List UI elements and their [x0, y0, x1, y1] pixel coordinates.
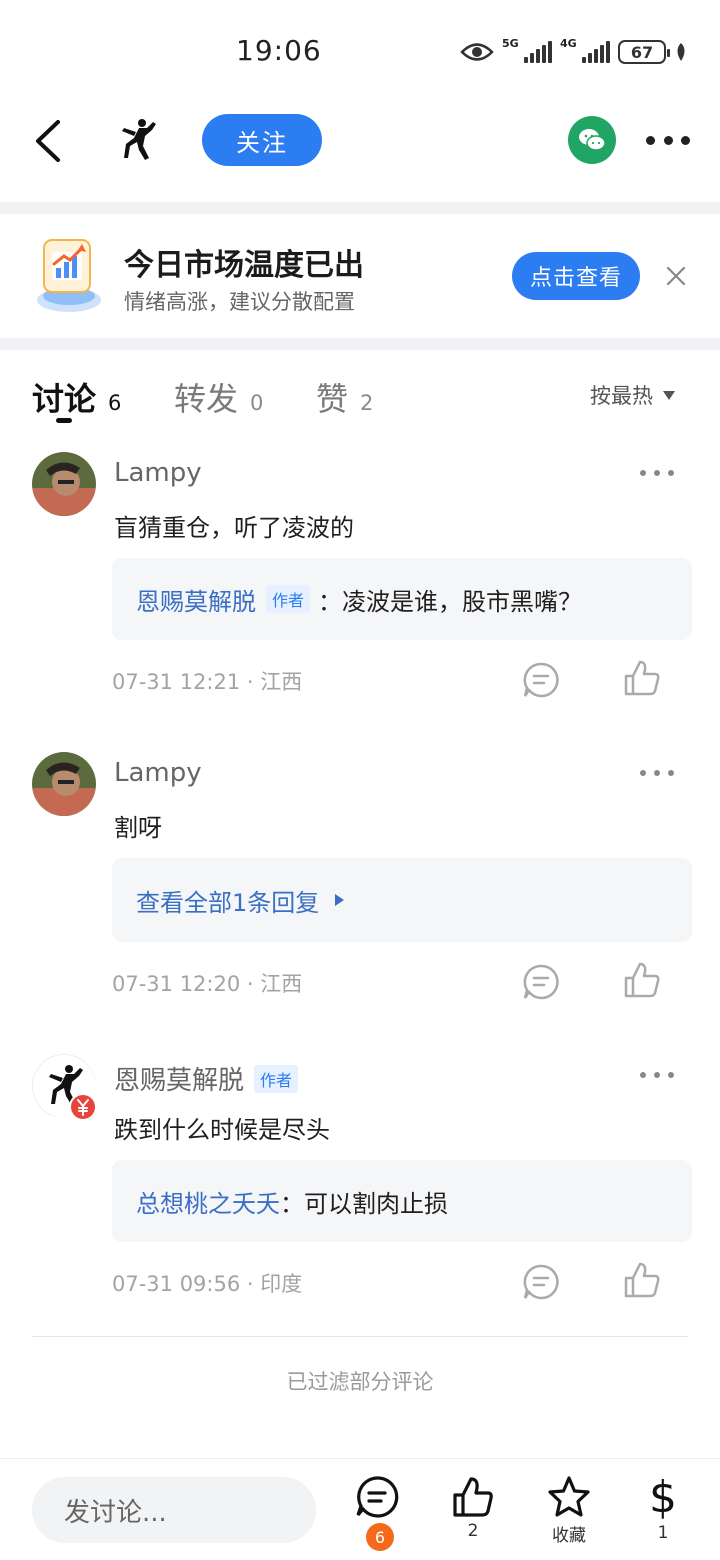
reward-count: 1	[657, 1523, 669, 1543]
star-icon	[548, 1476, 590, 1517]
yuan-badge-icon	[69, 1093, 97, 1121]
comment-text: 割呀	[114, 814, 162, 842]
author-name: Lampy	[114, 758, 202, 788]
tab-bar: 讨论 6 转发 0 赞 2 按最热	[0, 350, 720, 430]
like-thumb-icon[interactable]	[622, 1260, 662, 1300]
comment-more-button[interactable]	[640, 1072, 674, 1080]
comment-author[interactable]: Lampy	[114, 758, 202, 788]
reply-comment-icon[interactable]	[521, 962, 561, 1002]
dollar-icon: $	[649, 1472, 677, 1523]
banner-subtitle: 情绪高涨，建议分散配置	[124, 290, 355, 314]
battery-level: 67	[630, 42, 654, 62]
favorite-button[interactable]: 收藏	[534, 1475, 604, 1555]
author-tag: 作者	[266, 585, 311, 613]
like-thumb-icon[interactable]	[622, 658, 662, 698]
thumbs-up-icon	[453, 1477, 493, 1517]
reply-comment-icon[interactable]	[521, 660, 561, 700]
avatar[interactable]	[32, 1054, 97, 1121]
comment-item: 恩赐莫解脱 作者 跌到什么时候是尽头 总想桃之夭夭 ：可以割肉止损 07-31 …	[0, 1054, 720, 1304]
reply-text: ：凌波是谁，股市黑嘴？	[318, 587, 583, 616]
comment-count-badge: 6	[366, 1523, 394, 1551]
reply-text: ：可以割肉止损	[280, 1189, 448, 1218]
user-photo	[32, 452, 96, 516]
favorite-label: 收藏	[552, 1526, 586, 1546]
leaf-icon	[677, 43, 685, 61]
comment-meta: 07-31 09:56 · 印度	[112, 1272, 303, 1296]
reply-author[interactable]: 总想桃之夭夭	[136, 1184, 280, 1219]
comment-input[interactable]: 发讨论...	[32, 1477, 316, 1543]
reply-preview[interactable]: 恩赐莫解脱 作者 ：凌波是谁，股市黑嘴？	[112, 558, 692, 640]
follow-button[interactable]: 关注	[202, 114, 322, 166]
like-button[interactable]: 2	[438, 1475, 508, 1555]
tab-count: 2	[360, 391, 374, 415]
wechat-share-button[interactable]	[568, 116, 616, 164]
triangle-down-icon	[663, 390, 675, 400]
chart-report-icon	[37, 239, 101, 312]
comment-meta: 07-31 12:20 · 江西	[112, 972, 303, 996]
avatar[interactable]	[32, 452, 96, 516]
view-now-button[interactable]: 点击查看	[512, 252, 640, 300]
tab-label: 转发	[174, 380, 239, 418]
avatar[interactable]	[32, 752, 96, 816]
comment-text: 跌到什么时候是尽头	[114, 1116, 330, 1144]
reply-comment-icon[interactable]	[521, 1262, 561, 1302]
comment-input-placeholder: 发讨论...	[64, 1497, 167, 1528]
signal-5g-icon: 5G	[502, 37, 552, 63]
eye-icon	[460, 43, 494, 61]
sort-label: 按最热	[590, 384, 653, 408]
back-arrow-icon[interactable]	[30, 118, 70, 164]
like-thumb-icon[interactable]	[622, 960, 662, 1000]
market-temperature-banner[interactable]: 今日市场温度已出 情绪高涨，建议分散配置 点击查看	[0, 214, 720, 338]
close-icon[interactable]	[664, 264, 688, 288]
tab-discussion[interactable]: 讨论 6	[32, 374, 121, 420]
tab-label: 讨论	[32, 380, 97, 418]
tab-active-indicator	[56, 418, 72, 423]
author-tag: 作者	[254, 1064, 299, 1093]
view-all-replies[interactable]: 查看全部1条回复	[112, 858, 692, 942]
tab-count: 6	[108, 391, 122, 415]
status-icons: 5G 4G 67	[460, 36, 688, 68]
comment-text: 盲猜重仓，听了凌波的	[114, 514, 354, 542]
view-replies-label: 查看全部1条回复	[136, 888, 320, 917]
user-photo	[32, 752, 96, 816]
comment-meta: 07-31 12:21 · 江西	[112, 670, 303, 694]
author-name: 恩赐莫解脱	[114, 1066, 245, 1096]
status-time: 19:06	[236, 34, 322, 67]
filtered-comments-note: 已过滤部分评论	[286, 1370, 434, 1394]
comments-button[interactable]: 6	[342, 1475, 412, 1555]
like-count: 2	[467, 1521, 479, 1541]
battery-icon: 67	[618, 40, 670, 64]
jumpman-avatar[interactable]	[112, 114, 164, 166]
sort-dropdown[interactable]: 按最热	[590, 380, 675, 410]
banner-title: 今日市场温度已出	[124, 248, 364, 283]
net-type-5g: 5G	[502, 37, 519, 50]
comment-more-button[interactable]	[640, 770, 674, 778]
author-name: Lampy	[114, 458, 202, 488]
comment-item: Lampy 割呀 查看全部1条回复 07-31 12:20 · 江西	[0, 752, 720, 1002]
reply-author[interactable]: 恩赐莫解脱	[136, 582, 256, 617]
net-type-4g: 4G	[560, 37, 577, 50]
comment-bubble-icon	[356, 1476, 399, 1518]
reply-preview[interactable]: 总想桃之夭夭 ：可以割肉止损	[112, 1160, 692, 1242]
triangle-right-icon	[335, 894, 345, 906]
top-navbar: 关注	[0, 100, 720, 202]
status-bar: 19:06 5G 4G 67	[0, 0, 720, 100]
comment-item: Lampy 盲猜重仓，听了凌波的 恩赐莫解脱 作者 ：凌波是谁，股市黑嘴？ 07…	[0, 452, 720, 702]
tab-label: 赞	[316, 380, 349, 418]
reward-button[interactable]: $ 1	[628, 1475, 698, 1555]
signal-4g-icon: 4G	[560, 37, 610, 63]
wechat-icon	[579, 129, 606, 151]
tab-count: 0	[250, 391, 264, 415]
more-options-button[interactable]	[646, 124, 690, 156]
tab-likes[interactable]: 赞 2	[316, 374, 373, 420]
comment-author[interactable]: Lampy	[114, 458, 202, 488]
comment-author[interactable]: 恩赐莫解脱 作者	[114, 1060, 299, 1097]
divider	[32, 1336, 688, 1337]
section-gap	[0, 338, 720, 350]
tab-repost[interactable]: 转发 0	[174, 374, 263, 420]
bottom-action-bar: 发讨论... 6 2 收藏 $ 1	[0, 1458, 720, 1560]
comment-more-button[interactable]	[640, 470, 674, 478]
section-gap	[0, 202, 720, 214]
